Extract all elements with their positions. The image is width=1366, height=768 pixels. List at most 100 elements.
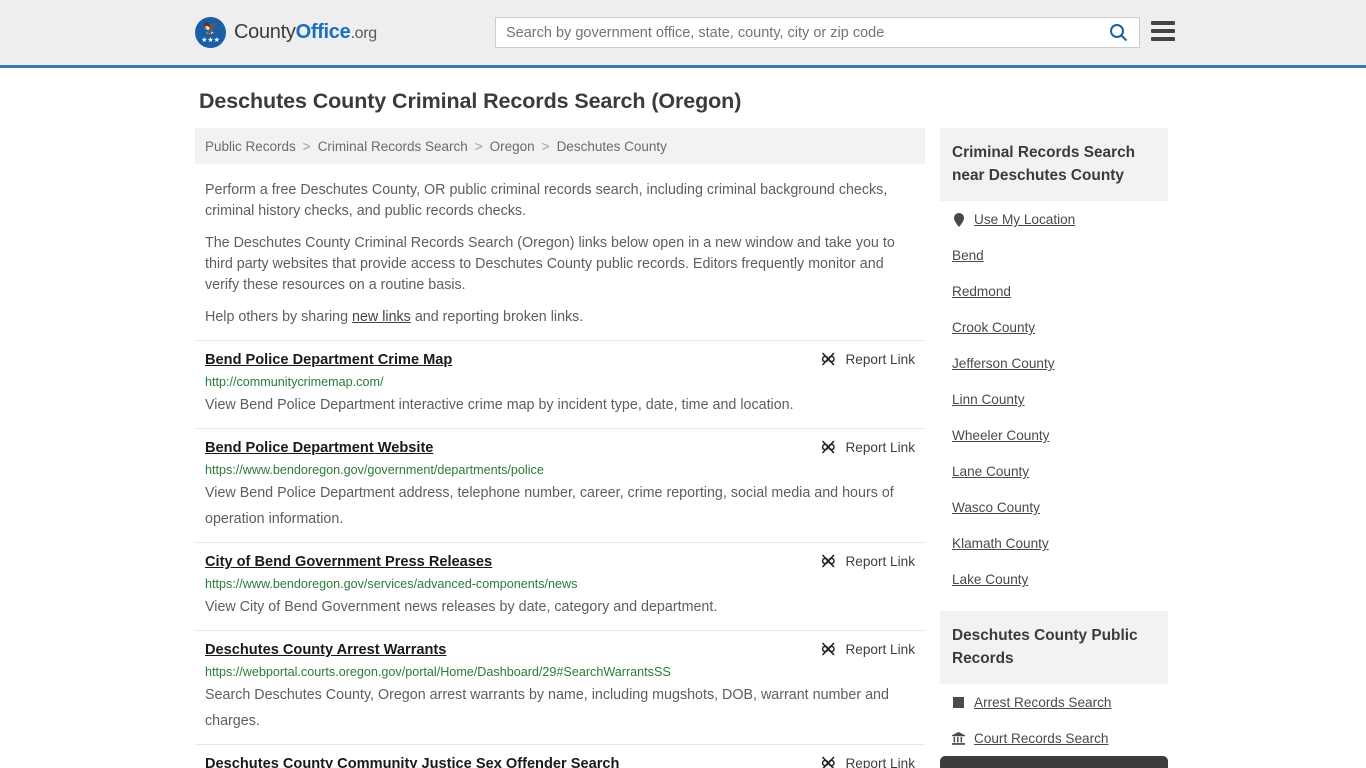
sidebar-item-redmond[interactable]: Redmond [940,273,1168,309]
intro-p3-before: Help others by sharing [205,309,353,325]
countyoffice-logo-icon: 🦅 ★★★ [195,17,226,48]
sidebar-card-title-records: Deschutes County Public Records [940,611,1168,684]
sidebar-item-criminal-records-search[interactable]: Criminal Records Search [940,756,1168,768]
sidebar-item-label[interactable]: Wasco County [952,499,1040,516]
report-link-label: Report Link [845,554,915,569]
resource-description: View City of Bend Government news releas… [205,599,718,615]
report-link-button[interactable]: Report Link [820,641,915,658]
site-header: 🦅 ★★★ CountyOffice.org [0,0,1366,68]
intro-text: Perform a free Deschutes County, OR publ… [195,164,925,328]
sidebar-item-label[interactable]: Klamath County [952,535,1049,552]
broken-link-icon [822,352,836,366]
courthouse-icon [952,731,965,746]
sidebar-item-wasco-county[interactable]: Wasco County [940,489,1168,525]
breadcrumb: Public Records > Criminal Records Search… [195,128,925,164]
breadcrumb-item-criminal-records-search[interactable]: Criminal Records Search [318,139,468,154]
sidebar-item-use-my-location[interactable]: Use My Location [940,201,1168,237]
logo-office-text: Office [295,21,351,43]
hamburger-bar [1151,29,1175,33]
sidebar-item-lake-county[interactable]: Lake County [940,561,1168,597]
report-link-button[interactable]: Report Link [820,439,915,456]
page-title: Deschutes County Criminal Records Search… [199,89,742,113]
sidebar-item-court-records-search[interactable]: Court Records Search [940,720,1168,756]
sidebar: Criminal Records Search near Deschutes C… [940,128,1168,768]
sidebar-item-label[interactable]: Jefferson County [952,355,1055,372]
report-link-label: Report Link [845,440,915,455]
search-button[interactable] [1097,18,1139,47]
sidebar-item-lane-county[interactable]: Lane County [940,453,1168,489]
sidebar-item-label[interactable]: Use My Location [974,211,1075,228]
sidebar-item-linn-county[interactable]: Linn County [940,381,1168,417]
list-item: Bend Police Department Crime Map http://… [195,340,925,428]
breadcrumb-item-public-records[interactable]: Public Records [205,139,296,154]
broken-link-icon [822,642,836,656]
resource-url: https://www.bendoregon.gov/government/de… [205,463,544,477]
sidebar-item-label[interactable]: Court Records Search [974,730,1108,747]
search-input[interactable] [496,18,1097,47]
hamburger-menu-icon[interactable] [1151,21,1175,41]
broken-link-icon [822,440,836,454]
square-icon [952,695,965,710]
list-item: Deschutes County Arrest Warrants https:/… [195,630,925,744]
intro-p3-after: and reporting broken links. [410,309,584,325]
report-link-label: Report Link [845,352,915,367]
broken-link-icon [822,554,836,568]
intro-paragraph-1: Perform a free Deschutes County, OR publ… [205,182,888,219]
intro-paragraph-2: The Deschutes County Criminal Records Se… [205,235,895,293]
search-icon [1109,24,1127,42]
logo-wordmark: CountyOffice.org [234,21,377,44]
hamburger-bar [1151,21,1175,25]
breadcrumb-item-deschutes-county: Deschutes County [556,138,667,154]
sidebar-item-label[interactable]: Linn County [952,391,1025,408]
breadcrumb-item-oregon[interactable]: Oregon [490,139,535,154]
report-link-button[interactable]: Report Link [820,755,915,768]
hamburger-bar [1151,37,1175,41]
sidebar-item-label[interactable]: Arrest Records Search [974,694,1112,711]
resource-title-link[interactable]: Deschutes County Community Justice Sex O… [205,755,619,768]
breadcrumb-separator: > [302,138,311,154]
resource-url: https://webportal.courts.oregon.gov/port… [205,665,671,679]
list-item: Bend Police Department Website https://w… [195,428,925,542]
logo-county-text: County [234,21,296,43]
resource-title-link[interactable]: Bend Police Department Website [205,439,433,458]
report-link-label: Report Link [845,642,915,657]
sidebar-item-klamath-county[interactable]: Klamath County [940,525,1168,561]
sidebar-item-wheeler-county[interactable]: Wheeler County [940,417,1168,453]
sidebar-item-label[interactable]: Redmond [952,283,1011,300]
resource-url: http://communitycrimemap.com/ [205,375,384,389]
sidebar-item-label[interactable]: Lake County [952,571,1028,588]
list-item: City of Bend Government Press Releases h… [195,542,925,630]
new-links-link[interactable]: new links [352,309,411,325]
eagle-icon: 🦅 [202,20,219,35]
stars-icon: ★★★ [201,37,220,44]
resource-title-link[interactable]: Bend Police Department Crime Map [205,351,452,370]
sidebar-records-list: Arrest Records Search Court Records Sear… [940,684,1168,768]
sidebar-item-label[interactable]: Wheeler County [952,427,1049,444]
report-link-button[interactable]: Report Link [820,553,915,570]
sidebar-item-label[interactable]: Crook County [952,319,1035,336]
report-link-button[interactable]: Report Link [820,351,915,368]
report-link-label: Report Link [845,756,915,768]
resource-url: https://www.bendoregon.gov/services/adva… [205,577,578,591]
resource-title-link[interactable]: Deschutes County Arrest Warrants [205,641,446,660]
site-logo[interactable]: 🦅 ★★★ CountyOffice.org [195,17,377,48]
sidebar-nearby-list: Use My Location Bend Redmond Crook Count… [940,201,1168,597]
broken-link-icon [822,756,836,768]
sidebar-item-arrest-records-search[interactable]: Arrest Records Search [940,684,1168,720]
resource-title-link[interactable]: City of Bend Government Press Releases [205,553,492,572]
sidebar-item-jefferson-county[interactable]: Jefferson County [940,345,1168,381]
search-bar[interactable] [495,17,1140,48]
breadcrumb-separator: > [541,138,550,154]
sidebar-item-crook-county[interactable]: Crook County [940,309,1168,345]
intro-paragraph-3: Help others by sharing new links and rep… [195,296,925,328]
sidebar-item-bend[interactable]: Bend [940,237,1168,273]
resource-description: Search Deschutes County, Oregon arrest w… [205,687,889,729]
sidebar-item-label[interactable]: Bend [952,247,984,264]
list-item: Deschutes County Community Justice Sex O… [195,744,925,768]
sidebar-item-label[interactable]: Lane County [952,463,1029,480]
logo-org-text: .org [350,25,377,42]
main-content: Public Records > Criminal Records Search… [195,128,925,768]
resource-description: View Bend Police Department interactive … [205,397,794,413]
sidebar-card-title-near: Criminal Records Search near Deschutes C… [940,128,1168,201]
